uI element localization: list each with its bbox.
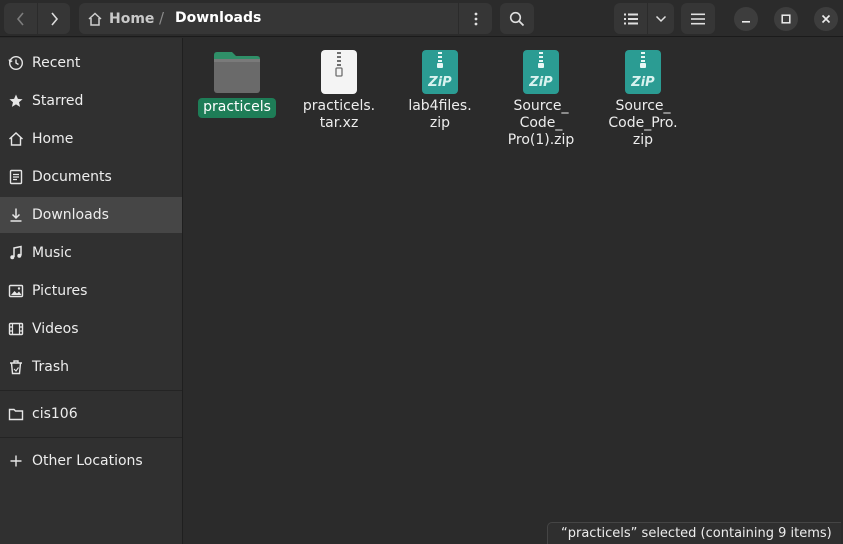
path-home-label: Home	[109, 10, 155, 27]
sidebar-divider	[0, 390, 182, 391]
main-menu-button[interactable]	[681, 3, 715, 34]
status-bar: “practicels” selected (containing 9 item…	[547, 522, 841, 544]
navigation-buttons	[4, 3, 70, 34]
maximize-icon	[781, 14, 791, 24]
sidebar-item-label: Other Locations	[32, 453, 143, 469]
file-item-practicels-tar-xz[interactable]: practicels. tar.xz	[291, 48, 387, 132]
sidebar-item-home[interactable]: Home	[0, 121, 182, 157]
film-icon	[8, 321, 24, 337]
clock-icon	[8, 55, 24, 71]
file-item-lab4files-zip[interactable]: ZiP lab4files. zip	[392, 48, 488, 132]
sidebar-item-label: Recent	[32, 55, 81, 71]
download-icon	[8, 207, 24, 223]
sidebar-item-downloads[interactable]: Downloads	[0, 197, 182, 233]
sidebar-item-documents[interactable]: Documents	[0, 159, 182, 195]
sidebar-divider	[0, 437, 182, 438]
file-name: Source_ Code_Pro. zip	[608, 98, 678, 148]
sidebar-item-trash[interactable]: Trash	[0, 349, 182, 385]
folder-icon	[8, 406, 24, 422]
document-icon	[8, 169, 24, 185]
sidebar-item-label: Downloads	[32, 207, 109, 223]
forward-button[interactable]	[37, 3, 70, 34]
list-view-icon	[623, 13, 638, 24]
path-current-button[interactable]: Downloads	[175, 3, 261, 34]
sidebar-item-label: Trash	[32, 359, 69, 375]
music-note-icon	[8, 245, 24, 261]
sidebar-item-music[interactable]: Music	[0, 235, 182, 271]
plus-icon	[8, 453, 24, 469]
file-item-source-code-pro-zip[interactable]: ZiP Source_ Code_Pro. zip	[595, 48, 691, 149]
home-icon	[8, 131, 24, 147]
view-options-dropdown[interactable]	[647, 3, 674, 34]
sidebar-item-videos[interactable]: Videos	[0, 311, 182, 347]
sidebar-item-recent[interactable]: Recent	[0, 45, 182, 81]
sidebar-item-label: Music	[32, 245, 72, 261]
sidebar-item-label: Videos	[32, 321, 79, 337]
trash-icon	[8, 359, 24, 375]
sidebar: Recent Starred Home Documents Downloads …	[0, 38, 183, 544]
zip-icon: ZiP	[619, 48, 667, 96]
close-button[interactable]	[814, 7, 838, 31]
sidebar-item-pictures[interactable]: Pictures	[0, 273, 182, 309]
svg-text:ZiP: ZiP	[427, 75, 452, 90]
sidebar-item-starred[interactable]: Starred	[0, 83, 182, 119]
path-home-button[interactable]: Home	[87, 3, 154, 34]
file-name: practicels	[198, 98, 276, 118]
file-name: practicels. tar.xz	[302, 98, 376, 131]
minimize-button[interactable]	[734, 7, 758, 31]
sidebar-item-label: Home	[32, 131, 74, 147]
search-button[interactable]	[500, 3, 534, 34]
sidebar-item-label: Documents	[32, 169, 112, 185]
archive-icon	[315, 48, 363, 96]
view-buttons	[614, 3, 674, 34]
minimize-icon	[742, 21, 750, 23]
star-icon	[8, 93, 24, 109]
svg-text:ZiP: ZiP	[630, 75, 655, 90]
sidebar-item-other-locations[interactable]: Other Locations	[0, 443, 182, 479]
list-view-button[interactable]	[614, 3, 647, 34]
zip-icon: ZiP	[416, 48, 464, 96]
svg-text:ZiP: ZiP	[528, 75, 553, 90]
sidebar-item-label: Pictures	[32, 283, 88, 299]
zip-icon: ZiP	[517, 48, 565, 96]
path-bar: Home / Downloads	[79, 3, 492, 34]
file-item-source-code-pro-1-zip[interactable]: ZiP Source_ Code_ Pro(1).zip	[493, 48, 589, 149]
hamburger-icon	[691, 13, 705, 24]
search-icon	[509, 11, 525, 26]
sidebar-item-label: cis106	[32, 406, 78, 422]
file-view: practicels practicels. tar.xz ZiP lab4fi…	[184, 38, 843, 544]
sidebar-item-label: Starred	[32, 93, 84, 109]
path-menu-button[interactable]	[458, 3, 492, 34]
picture-icon	[8, 283, 24, 299]
close-icon	[821, 14, 831, 24]
chevron-right-icon	[51, 11, 59, 26]
home-icon	[88, 11, 102, 26]
chevron-left-icon	[16, 11, 24, 26]
header-bar: Home / Downloads	[0, 0, 843, 37]
chevron-down-icon	[655, 15, 667, 22]
file-name: lab4files. zip	[408, 98, 472, 131]
file-name: Source_ Code_ Pro(1).zip	[507, 98, 575, 148]
folder-icon	[213, 48, 261, 96]
maximize-button[interactable]	[774, 7, 798, 31]
file-item-practicels[interactable]: practicels	[189, 48, 285, 118]
path-separator: /	[159, 9, 165, 27]
vertical-ellipsis-icon	[474, 12, 477, 25]
back-button[interactable]	[4, 3, 37, 34]
sidebar-item-cis106[interactable]: cis106	[0, 396, 182, 432]
